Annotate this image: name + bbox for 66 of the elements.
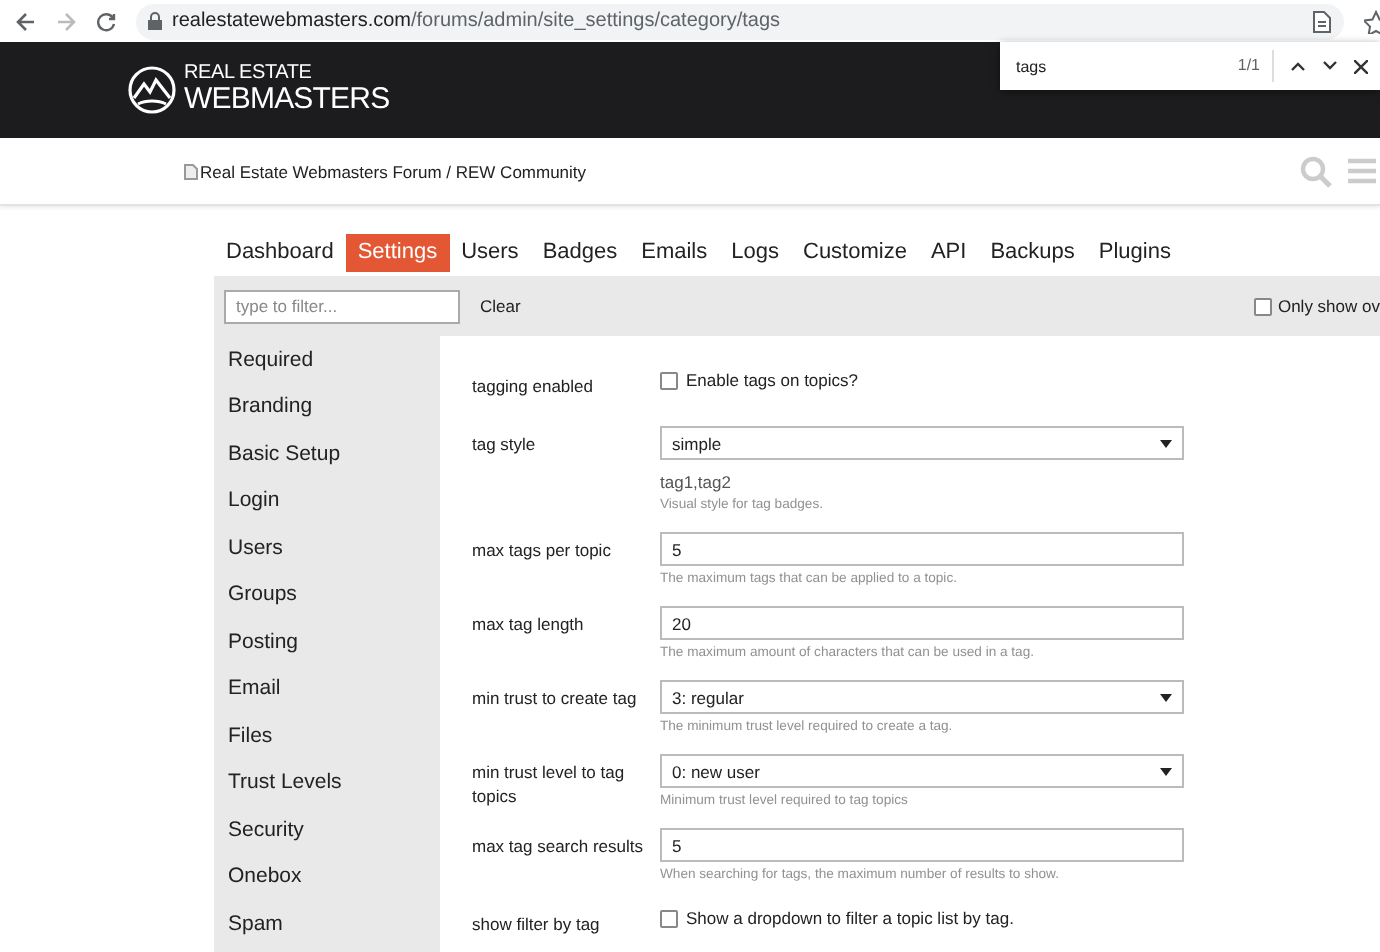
sidebar-item[interactable]: Required bbox=[228, 346, 440, 393]
sidebar-item[interactable]: Email bbox=[228, 674, 440, 722]
sidebar-item[interactable]: Basic Setup bbox=[228, 439, 440, 487]
setting-label: tag style bbox=[472, 432, 538, 456]
input-field[interactable]: 5 bbox=[660, 828, 1184, 862]
nav-tab[interactable]: Customize bbox=[791, 234, 919, 272]
checkbox-label: Only show ov bbox=[1277, 296, 1380, 316]
nav-tab[interactable]: Users bbox=[449, 234, 531, 272]
logo-text: WEBMASTERS bbox=[184, 84, 390, 114]
star-icon[interactable] bbox=[1364, 9, 1380, 33]
nav-tab[interactable]: Logs bbox=[719, 234, 791, 272]
setting-label: min trust to create tag bbox=[472, 686, 639, 710]
sidebar-item[interactable]: Security bbox=[228, 815, 440, 863]
setting-label: tagging enabled bbox=[472, 374, 596, 398]
back-icon[interactable] bbox=[16, 11, 36, 31]
sidebar-item[interactable]: Branding bbox=[228, 392, 440, 440]
tag-preview: tag1,tag2 bbox=[660, 472, 733, 492]
find-query[interactable]: tags bbox=[1016, 57, 1222, 75]
sidebar-item[interactable]: Login bbox=[228, 486, 440, 534]
site-logo-alt-text: Real Estate Webmasters Forum / REW Community bbox=[200, 161, 587, 181]
select-dropdown[interactable]: simple bbox=[660, 426, 1184, 460]
sidebar-item[interactable]: Onebox bbox=[228, 862, 440, 910]
sidebar-item[interactable]: Posting bbox=[228, 627, 440, 675]
nav-tab[interactable]: Emails bbox=[629, 234, 720, 272]
match-count: 1/1 bbox=[1237, 50, 1274, 82]
nav-tab[interactable]: API bbox=[918, 234, 979, 272]
close-icon[interactable] bbox=[1354, 59, 1368, 73]
clear-link[interactable]: Clear bbox=[480, 296, 521, 316]
filter-field[interactable]: type to filter... bbox=[224, 289, 460, 323]
checkbox[interactable] bbox=[660, 371, 678, 389]
nav-tab[interactable]: Plugins bbox=[1086, 234, 1183, 272]
sidebar-item[interactable]: Spam bbox=[228, 909, 440, 952]
setting-label: show filter by tag bbox=[472, 912, 602, 936]
reload-icon[interactable] bbox=[96, 11, 116, 31]
chevron-down-icon[interactable] bbox=[1322, 60, 1338, 72]
caret-icon bbox=[1160, 693, 1172, 701]
checkbox[interactable] bbox=[660, 909, 678, 927]
nav-tab[interactable]: Dashboard bbox=[214, 234, 346, 272]
lock-icon bbox=[148, 12, 162, 30]
setting-label: max tag search results bbox=[472, 834, 646, 858]
nav-tab[interactable]: Settings bbox=[345, 234, 450, 272]
sidebar-item[interactable]: Trust Levels bbox=[228, 768, 440, 816]
setting-label: max tag length bbox=[472, 612, 586, 636]
sidebar-item[interactable]: Files bbox=[228, 721, 440, 769]
input-field[interactable]: 20 bbox=[660, 606, 1184, 640]
caret-icon bbox=[1160, 767, 1172, 775]
setting-label: min trust level to tag topics bbox=[472, 760, 627, 808]
checkbox-label: Show a dropdown to filter a topic list by tag. bbox=[686, 908, 1014, 928]
address-bar[interactable]: realestatewebmasters.com/forums/admin/site_settings/category/tags bbox=[136, 3, 1344, 39]
select-dropdown[interactable]: 3: regular bbox=[660, 680, 1184, 714]
sidebar-item[interactable]: Users bbox=[228, 533, 440, 581]
select-dropdown[interactable]: 0: new user bbox=[660, 754, 1184, 788]
checkbox[interactable] bbox=[1253, 297, 1272, 315]
document-icon[interactable] bbox=[1312, 9, 1332, 33]
broken-image-icon bbox=[184, 163, 198, 179]
input-field[interactable]: 5 bbox=[660, 532, 1184, 566]
nav-tab[interactable]: Badges bbox=[530, 234, 630, 272]
logo-text: REAL ESTATE bbox=[184, 64, 314, 84]
nav-tab[interactable]: Backups bbox=[978, 234, 1087, 272]
caret-icon bbox=[1160, 439, 1172, 447]
checkbox-label: Enable tags on topics? bbox=[686, 370, 859, 390]
url-text: realestatewebmasters.com/forums/admin/site_settings/category/tags bbox=[172, 10, 781, 32]
mountain-logo-icon bbox=[128, 65, 176, 113]
sidebar-item[interactable]: Groups bbox=[228, 580, 440, 628]
setting-label: max tags per topic bbox=[472, 538, 613, 562]
chevron-up-icon[interactable] bbox=[1290, 60, 1306, 72]
